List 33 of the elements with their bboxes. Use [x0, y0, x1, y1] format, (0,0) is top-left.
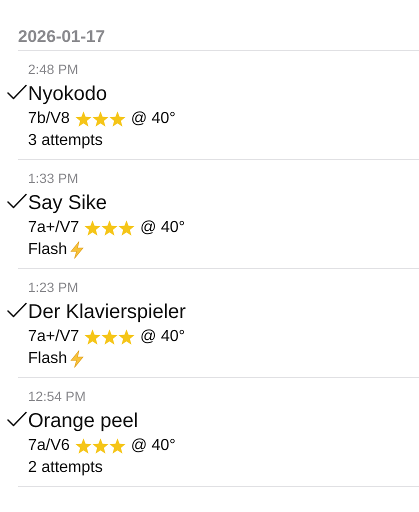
- grade-text: 7a+/V7: [28, 219, 80, 237]
- star-icon: [101, 329, 118, 345]
- grade-text: 7b/V8: [28, 110, 70, 128]
- attempt-note: Flash: [28, 241, 68, 259]
- star-icon: [118, 220, 136, 236]
- entry-time: 12:54 PM: [28, 389, 87, 406]
- angle-text: @ 40°: [140, 328, 186, 346]
- angle-text: @ 40°: [130, 110, 176, 128]
- entry-time: 2:48 PM: [28, 62, 80, 79]
- angle-text: @ 40°: [140, 219, 186, 237]
- entry-time: 1:23 PM: [28, 280, 80, 297]
- star-icon: [101, 220, 118, 236]
- star-icon: [92, 111, 109, 127]
- star-icon: [74, 438, 92, 454]
- star-icon: [108, 111, 126, 127]
- route-name: Der Klavierspieler: [28, 300, 186, 325]
- angle-text: @ 40°: [130, 437, 176, 455]
- grade-text: 7a+/V7: [28, 328, 80, 346]
- attempt-note: Flash: [28, 350, 68, 368]
- entry-time: 1:33 PM: [28, 171, 80, 188]
- star-icon: [108, 438, 126, 454]
- route-name: Nyokodo: [28, 82, 108, 107]
- attempt-note: 3 attempts: [28, 132, 103, 150]
- star-icon: [84, 220, 102, 236]
- grade-text: 7a/V6: [28, 437, 70, 455]
- route-name: Say Sike: [28, 191, 108, 216]
- star-icon: [74, 111, 92, 127]
- section-title: 2026-01-17: [17, 26, 106, 48]
- route-name: Orange peel: [28, 409, 140, 434]
- star-icon: [84, 329, 102, 345]
- attempt-note: 2 attempts: [28, 459, 103, 477]
- star-icon: [92, 438, 109, 454]
- star-icon: [118, 329, 136, 345]
